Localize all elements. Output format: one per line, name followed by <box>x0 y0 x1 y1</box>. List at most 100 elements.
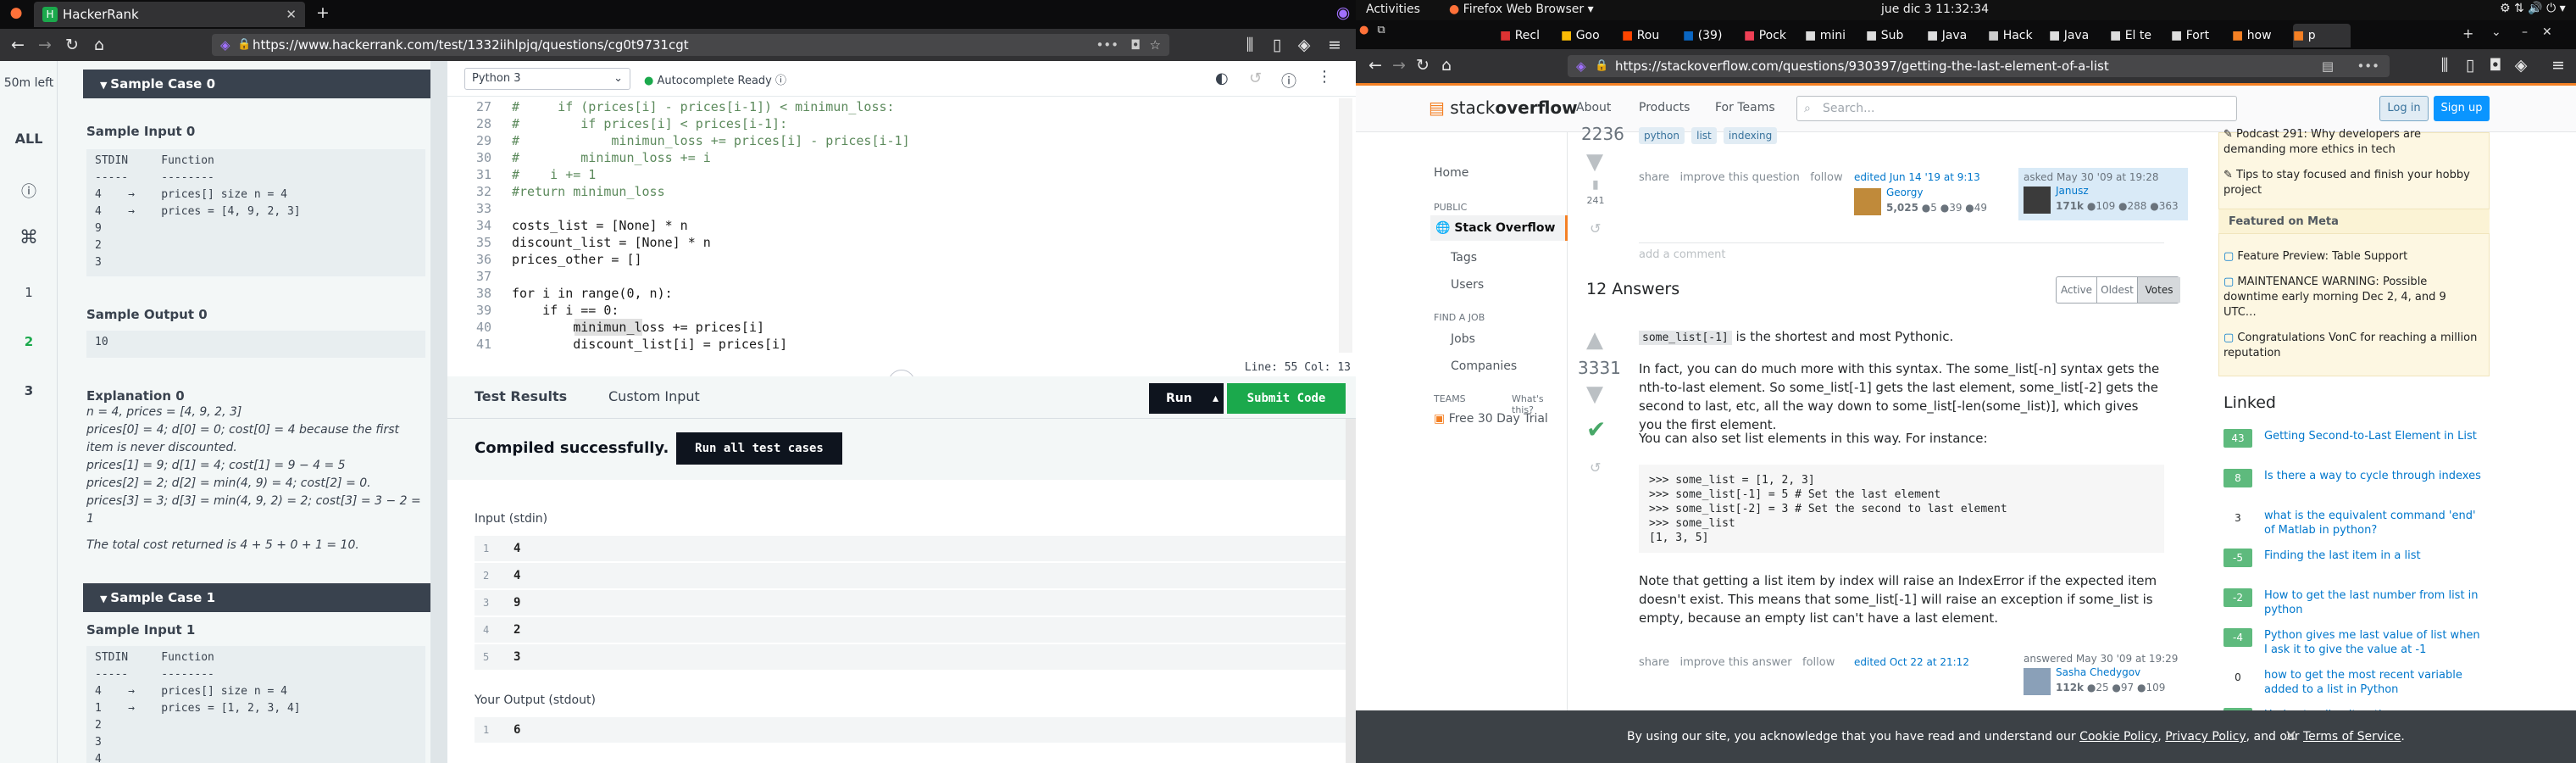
extension-icon[interactable]: ◈ <box>1291 29 1317 61</box>
reload-icon[interactable]: ↻ <box>1410 49 1435 81</box>
browser-tab[interactable]: ■ Sub <box>1866 24 1924 47</box>
firefox-menu-icon[interactable]: ● <box>3 0 29 27</box>
menu-hamburger-icon[interactable]: ≡ <box>2545 49 2571 81</box>
linked-question[interactable]: -2 How to get the last number from list i… <box>2223 588 2486 622</box>
code-line[interactable]: 36 prices_other = [] <box>447 251 1356 268</box>
app-menu[interactable]: ● Firefox Web Browser ▾ <box>1449 3 1594 16</box>
panel-splitter[interactable] <box>430 61 447 763</box>
editor-scrollbar[interactable] <box>1339 98 1352 353</box>
back-icon[interactable]: ← <box>1363 49 1388 81</box>
info-icon[interactable]: ⓘ <box>0 180 58 202</box>
sample-case-0-header[interactable]: ▼ Sample Case 0 <box>83 70 430 98</box>
tab-test-results[interactable]: Test Results <box>475 388 567 404</box>
code-line[interactable]: 33 <box>447 200 1356 217</box>
browser-tab[interactable]: ■ Java <box>1927 24 1985 47</box>
code-line[interactable]: 32 #return minimun_loss <box>447 183 1356 200</box>
privacy-policy-link[interactable]: Privacy Policy <box>2165 730 2246 744</box>
sidebar-toggle-icon[interactable]: ▯ <box>1264 29 1290 61</box>
code-editor[interactable]: Python 3 ⌄ ● Autocomplete Ready ⓘ ◐ ↺ ⓘ ⋮… <box>447 61 1356 376</box>
code-line[interactable]: 27 # if (prices[i] - prices[i-1]) < minim… <box>447 98 1356 115</box>
code-line[interactable]: 39 if i == 0: <box>447 302 1356 319</box>
forward-icon[interactable]: → <box>1386 49 1412 81</box>
chevron-up-icon[interactable]: ▴ <box>1213 383 1219 414</box>
home-icon[interactable]: ⌂ <box>1434 49 1459 81</box>
browser-tab[interactable]: ■ Fort <box>2171 24 2229 47</box>
code-lines[interactable]: 27 # if (prices[i] - prices[i-1]) < minim… <box>447 98 1356 353</box>
forward-icon[interactable]: → <box>32 29 58 61</box>
firefox-menu-icon[interactable]: ● <box>1359 24 1368 36</box>
menu-hamburger-icon[interactable]: ≡ <box>1322 29 1347 61</box>
code-line[interactable]: 37 <box>447 268 1356 285</box>
linked-title[interactable]: How to get the last number from list in … <box>2264 588 2484 617</box>
reader-view-icon[interactable]: ▤ <box>2322 55 2334 77</box>
browser-tab[interactable]: ■ how <box>2232 24 2290 47</box>
linked-title[interactable]: how to get the most recent variable adde… <box>2264 668 2484 697</box>
linked-question[interactable]: -5 Finding the last item in a list <box>2223 549 2486 582</box>
run-button[interactable]: Run ▴ <box>1149 383 1224 414</box>
command-icon[interactable]: ⌘ <box>0 227 58 248</box>
browser-tab[interactable]: ■ (39) <box>1683 24 1740 47</box>
linked-question[interactable]: 43 Getting Second-to-Last Element in List <box>2223 429 2486 463</box>
library-icon[interactable]: ⫼ <box>1237 29 1263 61</box>
home-icon[interactable]: ⌂ <box>86 29 112 61</box>
sidebar-toggle-icon[interactable]: ▯ <box>2457 49 2483 81</box>
restore-icon[interactable]: ⧉ <box>1377 24 1385 36</box>
code-line[interactable]: 31 # i += 1 <box>447 166 1356 183</box>
browser-tab[interactable]: ■ Hack <box>1988 24 2046 47</box>
browser-tab[interactable]: ■ Goo <box>1561 24 1618 47</box>
more-options-icon[interactable]: ⋮ <box>1317 68 1332 86</box>
question-1-link[interactable]: 1 <box>0 285 58 300</box>
tab-close-icon[interactable]: ✕ <box>286 2 297 27</box>
linked-title[interactable]: what is the equivalent command 'end' of … <box>2264 509 2484 537</box>
browser-tab[interactable]: ■ mini <box>1805 24 1863 47</box>
linked-title[interactable]: Finding the last item in a list <box>2264 549 2484 563</box>
tab-custom-input[interactable]: Custom Input <box>608 388 700 404</box>
tab-list-icon[interactable]: ⌄ <box>2491 25 2501 39</box>
linked-title[interactable]: Python gives me last value of list when … <box>2264 628 2484 657</box>
extension-icon[interactable]: ◈ <box>2508 49 2534 81</box>
activities-button[interactable]: Activities <box>1366 3 1420 16</box>
terms-link[interactable]: Terms of Service <box>2303 730 2401 744</box>
linked-title[interactable]: Getting Second-to-Last Element in List <box>2264 429 2484 443</box>
url-bar[interactable]: ◈ 🔒 https://www.hackerrank.com/test/1332… <box>212 34 1169 56</box>
code-line[interactable]: 28 # if prices[i] < prices[i-1]: <box>447 115 1356 132</box>
browser-tab[interactable]: ■ El te <box>2110 24 2168 47</box>
browser-tab[interactable]: ■ Recl <box>1500 24 1557 47</box>
linked-title[interactable]: Is there a way to cycle through indexes <box>2264 469 2484 483</box>
language-select[interactable]: Python 3 ⌄ <box>464 68 630 90</box>
url-bar[interactable]: ◈ 🔒 https://stackoverflow.com/questions/… <box>1568 55 2390 77</box>
question-3-link[interactable]: 3 <box>0 383 58 398</box>
linked-question[interactable]: -4 Python gives me last value of list whe… <box>2223 628 2486 662</box>
new-tab-icon[interactable]: + <box>2462 25 2473 42</box>
code-line[interactable]: 34 costs_list = [None] * n <box>447 217 1356 234</box>
browser-tab[interactable]: ■ Pock <box>1744 24 1802 47</box>
system-tray-icons[interactable]: ⚙ ⇅ 🔊 ⏻ ▾ <box>2500 2 2566 15</box>
linked-question[interactable]: 0 how to get the most recent variable add… <box>2223 668 2486 702</box>
theme-toggle-icon[interactable]: ◐ <box>1215 70 1229 87</box>
help-icon[interactable]: ⓘ <box>1281 70 1296 92</box>
browser-tab[interactable]: ■ p <box>2293 24 2351 47</box>
browser-tab[interactable]: ■ Rou <box>1622 24 1679 47</box>
bookmark-star-icon[interactable]: ☆ <box>1150 34 1161 56</box>
submit-code-button[interactable]: Submit Code <box>1227 383 1346 414</box>
linked-question[interactable]: 8 Is there a way to cycle through indexes <box>2223 469 2486 503</box>
history-icon[interactable]: ↺ <box>1249 70 1262 87</box>
run-all-tests-button[interactable]: Run all test cases <box>676 432 842 465</box>
sample-case-1-header[interactable]: ▼ Sample Case 1 <box>83 583 430 612</box>
code-line[interactable]: 41 discount_list[i] = prices[i] <box>447 336 1356 353</box>
more-actions-icon[interactable]: ••• <box>2357 55 2379 77</box>
autocomplete-status[interactable]: ● Autocomplete Ready ⓘ <box>644 71 786 87</box>
minimize-icon[interactable]: – <box>2522 25 2528 39</box>
linked-question[interactable]: 3 what is the equivalent command 'end' of… <box>2223 509 2486 543</box>
pocket-icon[interactable]: ◘ <box>1130 34 1141 56</box>
library-icon[interactable]: ⫼ <box>2432 49 2457 81</box>
code-line[interactable]: 30 # minimun_loss += i <box>447 149 1356 166</box>
pocket-icon[interactable]: ◘ <box>2483 49 2508 81</box>
close-window-icon[interactable]: ✕ <box>2542 25 2552 39</box>
all-questions-link[interactable]: ALL <box>0 131 58 147</box>
clock[interactable]: jue dic 3 11:32:34 <box>1881 3 1989 16</box>
code-line[interactable]: 29 # minimun_loss += prices[i] - prices[i… <box>447 132 1356 149</box>
close-icon[interactable]: ✕ <box>2285 710 2297 763</box>
tab-hackerrank[interactable]: H HackerRank ✕ <box>34 2 305 27</box>
back-icon[interactable]: ← <box>5 29 31 61</box>
